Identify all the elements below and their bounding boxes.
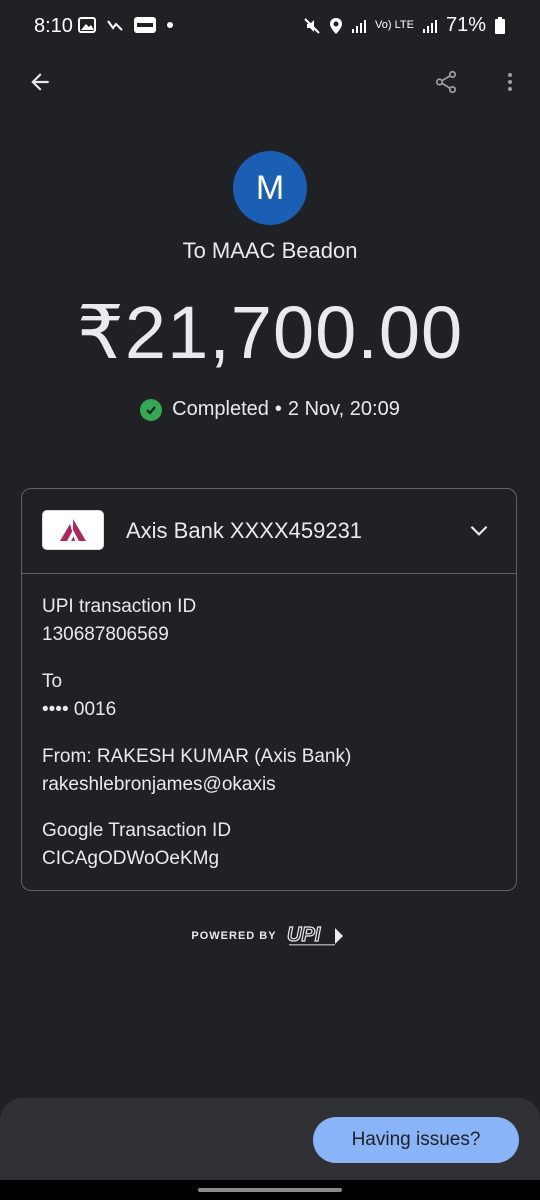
status-time: 8:10 [34, 15, 73, 37]
having-issues-button[interactable]: Having issues? [313, 1117, 519, 1163]
bank-account-name: Axis Bank XXXX459231 [126, 518, 363, 543]
payee-name: To MAAC Beadon [182, 238, 358, 263]
upi-logo: UPI [285, 924, 349, 948]
status-right: Vo) LTE 71% [303, 14, 506, 37]
svg-text:UPI: UPI [287, 924, 321, 946]
network-label: Vo) LTE [375, 19, 414, 31]
status-label: Completed [172, 398, 269, 420]
payment-datetime: 2 Nov, 20:09 [287, 398, 400, 420]
payee-avatar: M [233, 151, 307, 225]
dot-icon [167, 22, 173, 28]
battery-icon [495, 16, 505, 34]
battery-percent: 71% [445, 14, 486, 36]
payment-status: Completed • 2 Nov, 20:09 [0, 398, 540, 421]
mute-icon [304, 17, 320, 34]
google-txn-id-value: CICAgODWoOeKMg [42, 848, 220, 869]
upi-txn-id-label: UPI transaction ID [42, 596, 197, 617]
share-icon [435, 70, 457, 94]
status-bar: 8:10 Vo) LTE 71% [0, 0, 540, 56]
from-label: From: RAKESH KUMAR (Axis Bank) [42, 746, 352, 767]
check-circle-icon [140, 398, 163, 421]
google-txn-id-label: Google Transaction ID [42, 820, 232, 841]
axis-bank-logo [42, 510, 104, 550]
expand-button[interactable] [462, 513, 496, 547]
bank-account-row[interactable]: Axis Bank XXXX459231 [22, 489, 516, 574]
to-label: To [42, 671, 63, 692]
to-value: •••• 0016 [42, 699, 117, 720]
payment-amount: ₹21,700.00 [76, 291, 464, 374]
more-vert-icon [508, 73, 512, 91]
home-gesture-handle[interactable] [198, 1188, 342, 1192]
more-options-button[interactable] [492, 64, 528, 100]
status-separator: • [274, 398, 282, 420]
chevron-down-icon [470, 525, 488, 536]
from-value: rakeshlebronjames@okaxis [42, 774, 276, 795]
gallery-icon [78, 17, 96, 33]
trend-icon [107, 20, 123, 31]
transaction-details-card: Axis Bank XXXX459231 UPI transaction ID … [21, 488, 517, 891]
signal-icon [352, 19, 367, 33]
powered-by-upi: POWERED BY UPI [0, 924, 540, 948]
powered-by-label: POWERED BY [191, 930, 277, 942]
signal-icon-2 [422, 19, 437, 33]
upi-txn-id-value: 130687806569 [42, 624, 169, 645]
share-button[interactable] [428, 64, 464, 100]
back-button[interactable] [22, 64, 58, 100]
location-icon [330, 17, 343, 34]
notification-icons [78, 17, 174, 33]
paytm-icon [134, 17, 156, 33]
back-arrow-icon [31, 73, 49, 91]
